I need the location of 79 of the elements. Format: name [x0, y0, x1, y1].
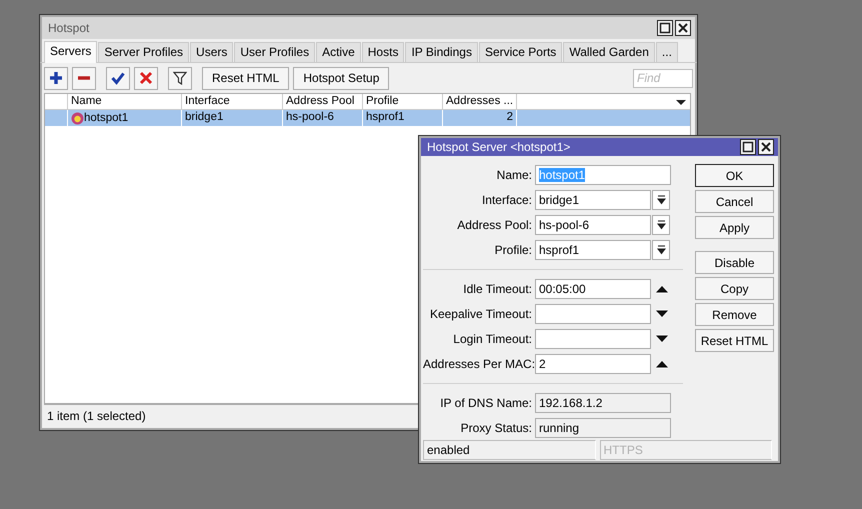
status-text: enabled	[423, 440, 596, 460]
check-button[interactable]	[106, 66, 130, 90]
tab[interactable]: Active	[316, 42, 361, 62]
toolbar-button[interactable]: Hotspot Setup	[293, 66, 390, 90]
maximize-icon[interactable]	[740, 139, 756, 155]
input-field[interactable]: 2	[535, 354, 651, 374]
readonly-field: 192.168.1.2	[535, 392, 671, 412]
input-field[interactable]: hsprof1	[535, 240, 651, 260]
dialog-button[interactable]: Apply	[695, 216, 774, 239]
column-header[interactable]: Interface	[182, 94, 283, 109]
up-arrow-icon[interactable]	[656, 360, 668, 368]
toolbar-button[interactable]: Reset HTML	[202, 66, 290, 90]
table-row[interactable]: hotspot1 bridge1 hs-pool-6 hsprof1 2	[45, 110, 690, 126]
add-button[interactable]	[44, 66, 68, 90]
field-label: Idle Timeout:	[462, 280, 533, 298]
field-label: Profile:	[494, 242, 533, 258]
dialog-button[interactable]: Disable	[695, 251, 774, 274]
check-icon	[111, 71, 125, 85]
dialog-title: Hotspot Server <hotspot1>	[427, 139, 572, 156]
readonly-field: running	[535, 418, 671, 438]
dropdown-button[interactable]	[652, 190, 670, 210]
table-cell: hs-pool-6	[283, 110, 363, 126]
input-field[interactable]: 00:05:00	[535, 278, 651, 298]
close-icon[interactable]	[758, 139, 774, 155]
table-cell: 2	[443, 110, 517, 126]
field-label: Login Timeout:	[452, 330, 533, 348]
table-cell: hotspot1	[84, 110, 128, 126]
tab[interactable]: IP Bindings	[405, 42, 478, 62]
close-icon[interactable]	[675, 20, 691, 36]
status-text: 1 item (1 selected)	[47, 408, 146, 424]
column-header[interactable]: Profile	[363, 94, 443, 109]
field-label: Address Pool:	[456, 216, 533, 234]
tab[interactable]: Users	[190, 42, 234, 62]
input-field[interactable]	[535, 304, 651, 324]
table-cell: bridge1	[182, 110, 283, 126]
input-field[interactable]	[535, 328, 651, 348]
dropdown-icon	[656, 194, 666, 204]
search-field[interactable]: Find	[633, 68, 693, 88]
cross-icon	[139, 71, 153, 85]
input-field[interactable]: bridge1	[535, 190, 651, 210]
dropdown-button[interactable]	[652, 214, 670, 234]
column-header[interactable]: Address Pool	[283, 94, 363, 109]
column-header[interactable]: Name	[68, 94, 182, 109]
field-label: Keepalive Timeout:	[428, 306, 533, 322]
field-label: Interface:	[480, 192, 533, 208]
cross-button[interactable]	[134, 66, 158, 90]
status-text: HTTPS	[600, 440, 772, 460]
down-arrow-icon[interactable]	[656, 310, 668, 318]
dropdown-icon	[656, 220, 666, 230]
dialog-button[interactable]: OK	[695, 164, 774, 187]
tab[interactable]: Hosts	[362, 42, 404, 62]
add-icon	[49, 71, 63, 85]
tab[interactable]: Servers	[44, 41, 98, 63]
dialog-button[interactable]: Remove	[695, 303, 774, 326]
field-label: Name:	[496, 166, 533, 184]
tab[interactable]: User Profiles	[234, 42, 316, 62]
remove-button[interactable]	[72, 66, 96, 90]
input-field[interactable]: hs-pool-6	[535, 214, 651, 234]
down-arrow-icon[interactable]	[656, 334, 668, 342]
maximize-icon[interactable]	[657, 20, 673, 36]
field-label: Proxy Status:	[460, 420, 533, 436]
dialog-button[interactable]: Cancel	[695, 190, 774, 213]
field-label: Addresses Per MAC:	[423, 356, 535, 372]
window-title: Hotspot	[48, 20, 90, 37]
dialog-button[interactable]: Reset HTML	[695, 329, 774, 352]
filter-button[interactable]	[168, 66, 192, 90]
table-cell: hsprof1	[363, 110, 443, 126]
filter-icon	[173, 71, 187, 85]
field-label: IP of DNS Name:	[439, 394, 533, 412]
up-arrow-icon[interactable]	[656, 284, 668, 292]
tab[interactable]: ...	[656, 42, 678, 62]
dropdown-button[interactable]	[652, 240, 670, 260]
dialog-button[interactable]: Copy	[695, 277, 774, 300]
column-header[interactable]: Addresses ...	[443, 94, 517, 109]
dropdown-icon	[656, 244, 666, 254]
hotspot-icon	[71, 112, 84, 124]
tab[interactable]: Service Ports	[478, 42, 562, 62]
tab[interactable]: Walled Garden	[563, 42, 655, 62]
tab[interactable]: Server Profiles	[98, 42, 190, 62]
